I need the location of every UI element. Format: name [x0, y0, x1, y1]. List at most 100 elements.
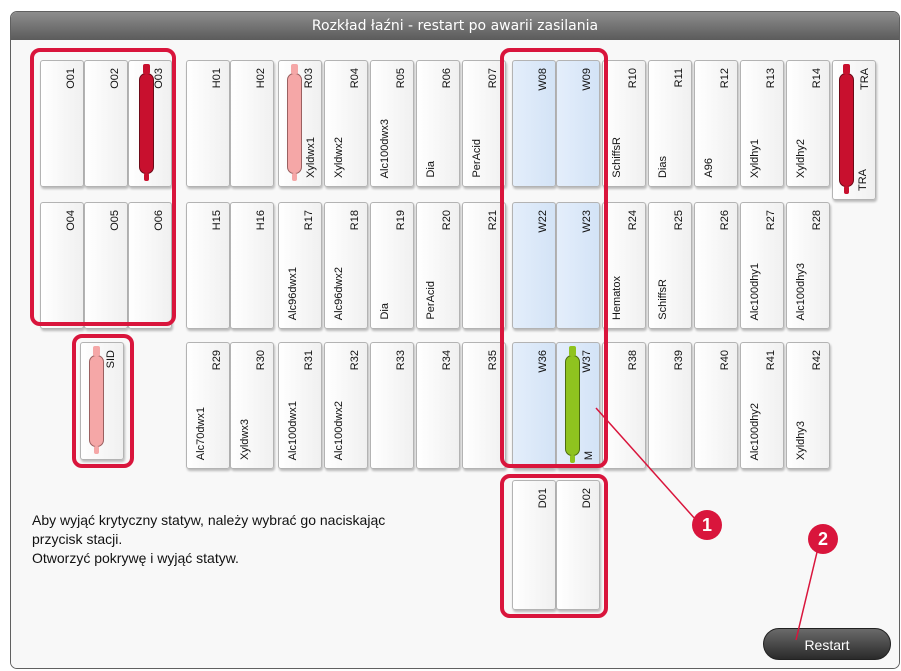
station-id: R38 — [627, 350, 639, 371]
instruction-message: Aby wyjąć krytyczny statyw, należy wybra… — [32, 511, 385, 568]
station-o01[interactable]: O01 — [40, 60, 84, 187]
station-id: R18 — [349, 210, 361, 231]
station-r14[interactable]: R14 Xyldhy2 — [786, 60, 830, 187]
station-w37[interactable]: W37 M — [556, 342, 600, 469]
station-r03[interactable]: R03 Xyldwx1 — [278, 60, 322, 187]
station-w23[interactable]: W23 — [556, 202, 600, 329]
station-w36[interactable]: W36 — [512, 342, 556, 469]
station-r27[interactable]: R27 Alc100dhy1 — [740, 202, 784, 329]
station-id: R39 — [673, 350, 685, 371]
station-reagent: M — [583, 450, 595, 460]
station-r21[interactable]: R21 — [462, 202, 506, 329]
station-id: D02 — [581, 488, 593, 509]
station-r07[interactable]: R07 PerAcid — [462, 60, 506, 187]
station-id: R27 — [765, 210, 777, 231]
station-r28[interactable]: R28 Alc100dhy3 — [786, 202, 830, 329]
station-r31[interactable]: R31 Alc100dwx1 — [278, 342, 322, 469]
station-reagent: Dia — [425, 161, 437, 178]
station-id: O06 — [153, 210, 165, 231]
station-o04[interactable]: O04 — [40, 202, 84, 329]
station-id: H02 — [255, 68, 267, 89]
station-d01[interactable]: D01 — [512, 480, 556, 610]
station-r25[interactable]: R25 SchiffsR — [648, 202, 692, 329]
station-id: H15 — [211, 210, 223, 231]
station-r29[interactable]: R29 Alc70dwx1 — [186, 342, 230, 469]
station-id: R30 — [255, 350, 267, 371]
station-id: R14 — [811, 68, 823, 89]
station-r42[interactable]: R42 Xyldhy3 — [786, 342, 830, 469]
station-reagent: Alc96dwx2 — [333, 266, 345, 320]
station-reagent: TRA — [857, 169, 869, 191]
station-r39[interactable]: R39 — [648, 342, 692, 469]
station-id: SID — [105, 350, 117, 369]
station-id: TRA — [859, 68, 871, 90]
station-id: W23 — [581, 210, 593, 233]
station-id: R35 — [487, 350, 499, 371]
station-id: D01 — [537, 488, 549, 509]
station-id: R04 — [349, 68, 361, 89]
station-id: R20 — [441, 210, 453, 231]
station-o06[interactable]: O06 — [128, 202, 172, 329]
station-r17[interactable]: R17 Alc96dwx1 — [278, 202, 322, 329]
station-r11[interactable]: R11 Dias — [648, 60, 692, 187]
station-h16[interactable]: H16 — [230, 202, 274, 329]
station-reagent: Dia — [379, 303, 391, 320]
station-id: R40 — [719, 350, 731, 371]
station-id: H01 — [211, 68, 223, 89]
station-id: O04 — [65, 210, 77, 231]
station-id: R17 — [303, 210, 315, 231]
station-r06[interactable]: R06 Dia — [416, 60, 460, 187]
station-reagent: Xyldwx3 — [239, 419, 251, 460]
station-id: H16 — [255, 210, 267, 231]
station-o03[interactable]: O03 — [128, 60, 172, 187]
station-h15[interactable]: H15 — [186, 202, 230, 329]
station-r19[interactable]: R19 Dia — [370, 202, 414, 329]
station-r38[interactable]: R38 — [602, 342, 646, 469]
message-line: Otworzyć pokrywę i wyjąć statyw. — [32, 550, 239, 566]
restart-button[interactable]: Restart — [763, 628, 891, 660]
station-id: O01 — [65, 68, 77, 89]
station-r33[interactable]: R33 — [370, 342, 414, 469]
station-reagent: Alc100dwx2 — [333, 400, 345, 460]
station-r35[interactable]: R35 — [462, 342, 506, 469]
station-r10[interactable]: R10 SchiffsR — [602, 60, 646, 187]
station-id: R10 — [627, 68, 639, 89]
station-r05[interactable]: R05 Alc100dwx3 — [370, 60, 414, 187]
station-reagent: Alc100dhy2 — [749, 402, 761, 461]
station-o05[interactable]: O05 — [84, 202, 128, 329]
station-id: R34 — [441, 350, 453, 371]
station-w22[interactable]: W22 — [512, 202, 556, 329]
station-reagent: Dias — [657, 155, 669, 178]
station-id: R03 — [303, 68, 315, 89]
station-r12[interactable]: R12 A96 — [694, 60, 738, 187]
station-r30[interactable]: R30 Xyldwx3 — [230, 342, 274, 469]
station-id: R32 — [349, 350, 361, 371]
station-r18[interactable]: R18 Alc96dwx2 — [324, 202, 368, 329]
station-r26[interactable]: R26 — [694, 202, 738, 329]
station-d02[interactable]: D02 — [556, 480, 600, 610]
station-id: R31 — [303, 350, 315, 371]
station-reagent: A96 — [703, 158, 715, 178]
station-w08[interactable]: W08 — [512, 60, 556, 187]
station-w09[interactable]: W09 — [556, 60, 600, 187]
station-id: O05 — [109, 210, 121, 231]
station-reagent: Xyldwx2 — [333, 137, 345, 178]
station-o02[interactable]: O02 — [84, 60, 128, 187]
station-r13[interactable]: R13 Xyldhy1 — [740, 60, 784, 187]
message-line: przycisk stacji. — [32, 531, 123, 547]
station-r41[interactable]: R41 Alc100dhy2 — [740, 342, 784, 469]
station-id: W09 — [581, 68, 593, 91]
station-transfer[interactable]: TRA TRA — [832, 60, 876, 200]
station-r04[interactable]: R04 Xyldwx2 — [324, 60, 368, 187]
station-h02[interactable]: H02 — [230, 60, 274, 187]
station-id: W08 — [537, 68, 549, 91]
station-r32[interactable]: R32 Alc100dwx2 — [324, 342, 368, 469]
station-id: W37 — [581, 350, 593, 373]
station-sid[interactable]: SID — [80, 342, 124, 460]
station-r24[interactable]: R24 Hematox — [602, 202, 646, 329]
station-r34[interactable]: R34 — [416, 342, 460, 469]
window-title: Rozkład łaźni - restart po awarii zasila… — [11, 12, 899, 40]
station-r20[interactable]: R20 PerAcid — [416, 202, 460, 329]
station-r40[interactable]: R40 — [694, 342, 738, 469]
station-h01[interactable]: H01 — [186, 60, 230, 187]
